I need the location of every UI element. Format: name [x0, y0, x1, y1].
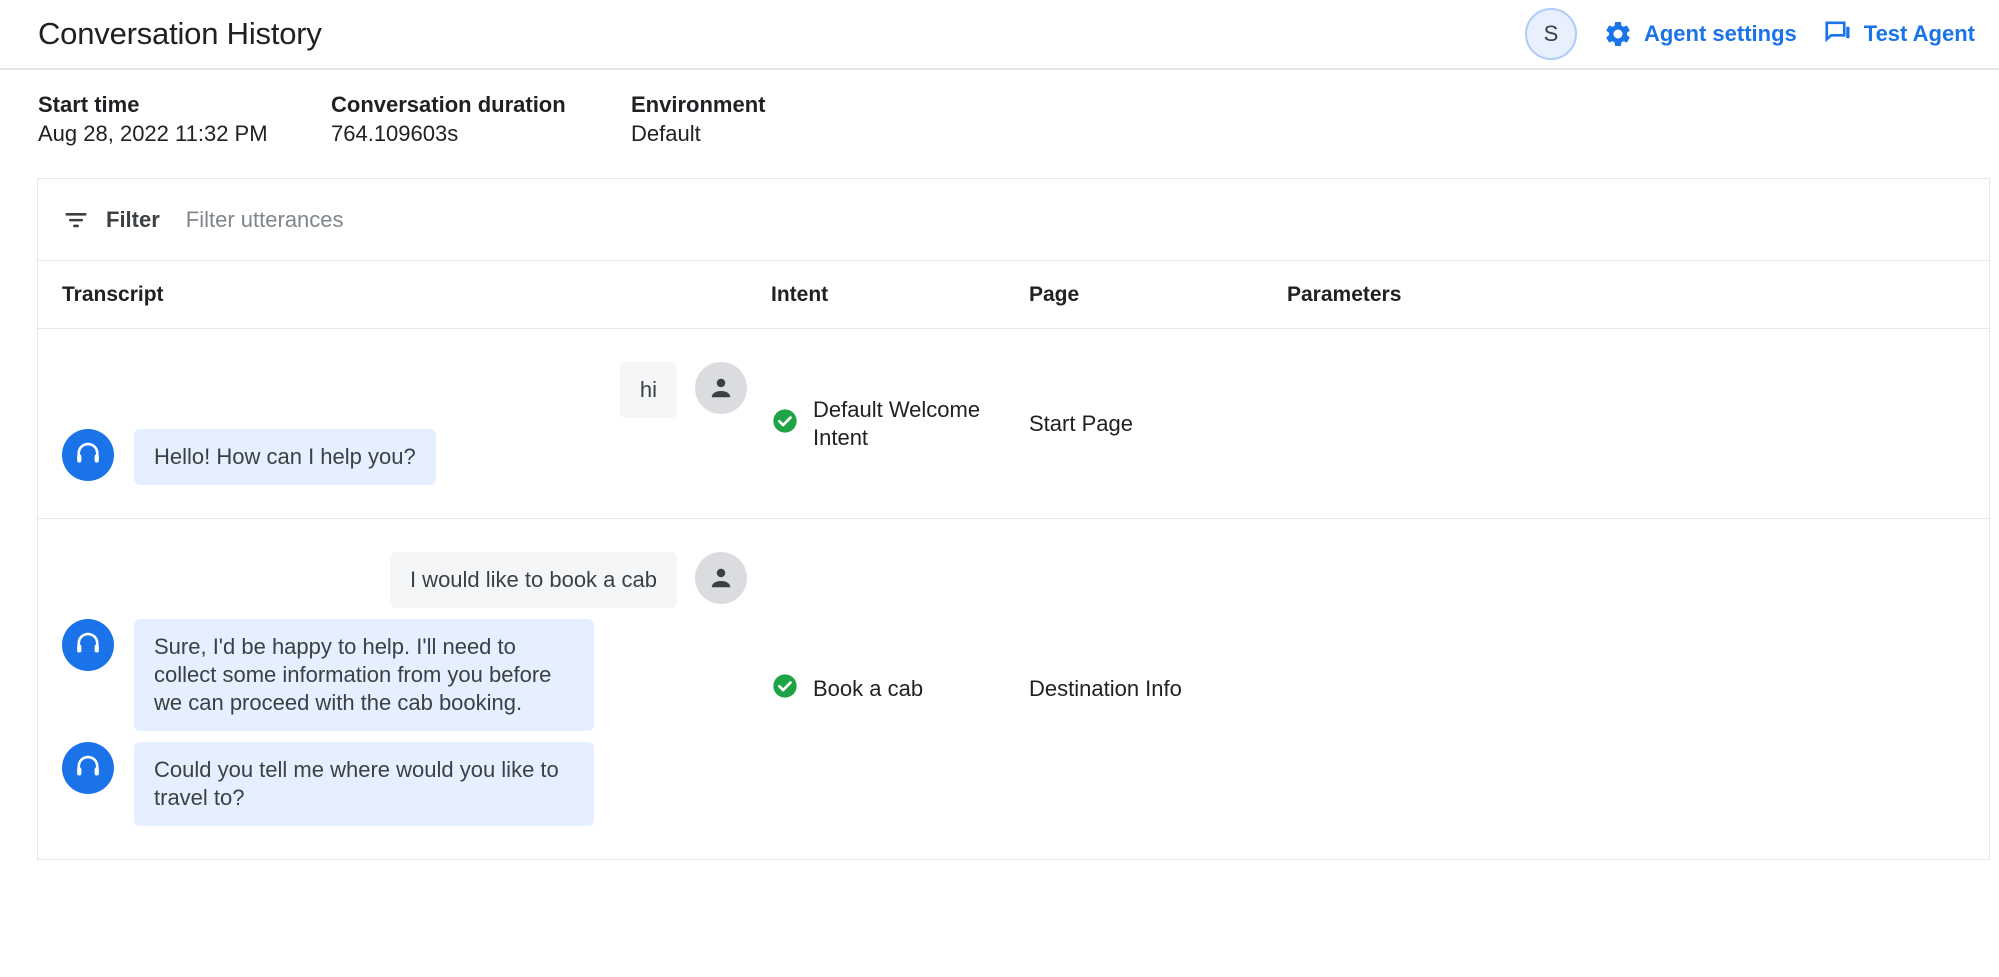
column-header-parameters: Parameters [1287, 283, 1989, 307]
table-row[interactable]: hi [38, 329, 1989, 519]
meta-start-time: Start time Aug 28, 2022 11:32 PM [38, 90, 331, 148]
user-avatar-icon [695, 552, 747, 604]
message-text: Could you tell me where would you like t… [134, 742, 594, 826]
column-header-transcript: Transcript [38, 283, 771, 307]
table-row[interactable]: I would like to book a cab [38, 519, 1989, 860]
app-header: Conversation History S Agent settings Te… [0, 0, 1999, 70]
check-circle-icon [771, 672, 799, 705]
intent-name: Book a cab [813, 675, 923, 703]
page-name: Destination Info [1029, 676, 1182, 702]
message-text: Hello! How can I help you? [134, 429, 436, 485]
environment-value: Default [631, 119, 765, 148]
message-agent: Sure, I'd be happy to help. I'll need to… [38, 619, 771, 731]
user-avatar-icon [695, 362, 747, 414]
transcript-cell: I would like to book a cab [38, 519, 771, 859]
filter-input[interactable] [186, 207, 686, 233]
transcript-cell: hi [38, 329, 771, 518]
intent-name: Default Welcome Intent [813, 396, 989, 451]
header-actions: S Agent settings Test Agent [1525, 8, 1975, 60]
chat-bubble-icon [1823, 19, 1853, 49]
filter-bar: Filter [38, 179, 1989, 261]
agent-headset-icon [62, 742, 114, 794]
transcript-table: Transcript Intent Page Parameters hi [38, 261, 1989, 860]
page-name: Start Page [1029, 411, 1133, 437]
message-text: Sure, I'd be happy to help. I'll need to… [134, 619, 594, 731]
agent-headset-icon [62, 619, 114, 671]
duration-value: 764.109603s [331, 119, 621, 148]
filter-label: Filter [106, 207, 160, 233]
meta-duration: Conversation duration 764.109603s [331, 90, 631, 148]
transcript-card: Filter Transcript Intent Page Parameters… [37, 178, 1990, 860]
page-cell: Destination Info [1029, 519, 1287, 859]
intent-cell: Book a cab [771, 519, 1029, 859]
conversation-meta: Start time Aug 28, 2022 11:32 PM Convers… [0, 70, 1999, 170]
filter-icon[interactable] [62, 206, 90, 234]
parameters-cell [1287, 519, 1989, 859]
duration-label: Conversation duration [331, 90, 621, 119]
column-header-page: Page [1029, 283, 1287, 307]
table-header-row: Transcript Intent Page Parameters [38, 261, 1989, 329]
parameters-cell [1287, 329, 1989, 518]
message-list: I would like to book a cab [38, 519, 771, 859]
test-agent-button[interactable]: Test Agent [1823, 19, 1975, 49]
environment-label: Environment [631, 90, 765, 119]
message-text: hi [620, 362, 677, 418]
message-list: hi [38, 329, 771, 518]
check-circle-icon [771, 407, 799, 440]
meta-environment: Environment Default [631, 90, 775, 148]
message-agent: Could you tell me where would you like t… [38, 742, 771, 826]
intent-cell: Default Welcome Intent [771, 329, 1029, 518]
message-text: I would like to book a cab [390, 552, 677, 608]
test-agent-label: Test Agent [1864, 21, 1975, 47]
agent-settings-label: Agent settings [1644, 21, 1797, 47]
gear-icon [1603, 19, 1633, 49]
page-cell: Start Page [1029, 329, 1287, 518]
start-time-value: Aug 28, 2022 11:32 PM [38, 119, 321, 148]
agent-headset-icon [62, 429, 114, 481]
message-agent: Hello! How can I help you? [38, 429, 771, 485]
page-title: Conversation History [38, 16, 322, 52]
avatar-initial: S [1544, 21, 1559, 47]
message-user: I would like to book a cab [38, 552, 771, 608]
message-user: hi [38, 362, 771, 418]
column-header-intent: Intent [771, 283, 1029, 307]
start-time-label: Start time [38, 90, 321, 119]
avatar[interactable]: S [1525, 8, 1577, 60]
agent-settings-button[interactable]: Agent settings [1603, 19, 1797, 49]
